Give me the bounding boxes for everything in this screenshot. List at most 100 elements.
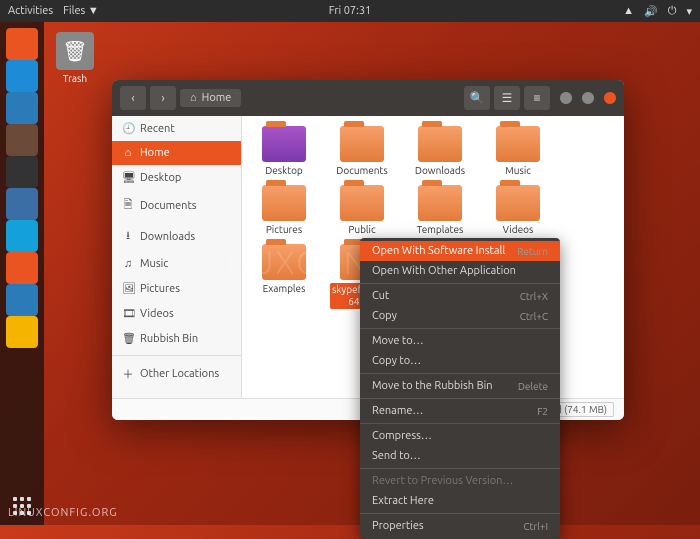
- clock[interactable]: Fri 07:31: [329, 5, 371, 17]
- ctx-label: Cut: [372, 290, 389, 302]
- file-label: Public: [330, 224, 394, 236]
- context-menu: Open With Software InstallReturn Open Wit…: [360, 238, 560, 539]
- ctx-label: Copy: [372, 310, 397, 322]
- ctx-shortcut: Ctrl+C: [520, 311, 548, 322]
- hamburger-button[interactable]: ≡: [524, 86, 550, 110]
- ctx-move-to-[interactable]: Move to…: [360, 331, 560, 351]
- ctx-extract-here[interactable]: Extract Here: [360, 491, 560, 511]
- sidebar-item-rubbish-bin[interactable]: 🗑Rubbish Bin: [112, 326, 241, 351]
- sidebar-icon: ⌂: [122, 147, 134, 159]
- sidebar-icon: ⭳: [122, 227, 134, 246]
- ctx-open-with-other-application[interactable]: Open With Other Application: [360, 261, 560, 281]
- ctx-copy-to-[interactable]: Copy to…: [360, 351, 560, 371]
- file-item[interactable]: Examples: [252, 244, 316, 309]
- power-icon[interactable]: ⏻: [668, 5, 677, 18]
- sidebar-item-label: Videos: [140, 308, 174, 320]
- sidebar-item-downloads[interactable]: ⭳Downloads: [112, 221, 241, 252]
- top-bar: Activities Files ▼ Fri 07:31 ▲ 🔊 ⏻ ▾: [0, 0, 700, 22]
- dock-app-1[interactable]: [6, 60, 38, 92]
- file-label: Templates: [408, 224, 472, 236]
- sidebar-item-label: Recent: [140, 123, 175, 135]
- ctx-shortcut: Ctrl+X: [520, 291, 548, 302]
- ctx-properties[interactable]: Properties Ctrl+I: [360, 516, 560, 536]
- sidebar-icon: 🎞: [122, 307, 134, 320]
- file-item[interactable]: Templates: [408, 185, 472, 236]
- file-item[interactable]: Documents: [330, 126, 394, 177]
- activities-button[interactable]: Activities: [8, 5, 53, 17]
- ctx-label: Properties: [372, 520, 424, 532]
- file-item[interactable]: Pictures: [252, 185, 316, 236]
- sidebar-item-documents[interactable]: 🗎 Documents: [112, 190, 241, 221]
- dock: [0, 22, 44, 525]
- dock-app-2[interactable]: [6, 92, 38, 124]
- sidebar-item-label: Pictures: [140, 283, 180, 295]
- sidebar-item-label: Music: [140, 258, 168, 270]
- trash-label: Trash: [56, 73, 94, 84]
- ctx-shortcut: F2: [537, 406, 548, 417]
- sidebar-icon: 🗎: [122, 196, 134, 215]
- window-header: ‹ › ⌂ Home 🔍 ☰ ≡: [112, 80, 624, 116]
- sidebar-icon: ＋: [122, 366, 134, 382]
- sidebar-icon: 🖼: [122, 282, 134, 295]
- ctx-rename-[interactable]: Rename… F2: [360, 401, 560, 421]
- ctx-compress-[interactable]: Compress…: [360, 426, 560, 446]
- ctx-open-with-software-install[interactable]: Open With Software InstallReturn: [360, 241, 560, 261]
- path-label: Home: [202, 92, 232, 104]
- appmenu-button[interactable]: Files ▼: [63, 5, 99, 17]
- back-button[interactable]: ‹: [120, 86, 146, 110]
- ctx-label: Rename…: [372, 405, 423, 417]
- dock-app-7[interactable]: [6, 252, 38, 284]
- folder-icon: [418, 185, 462, 221]
- desktop-trash[interactable]: 🗑 Trash: [56, 32, 94, 84]
- sidebar-item-videos[interactable]: 🎞 Videos: [112, 301, 241, 326]
- ctx-label: Copy to…: [372, 355, 421, 367]
- file-item[interactable]: Public: [330, 185, 394, 236]
- sidebar-item-recent[interactable]: 🕘 Recent: [112, 116, 241, 141]
- view-list-button[interactable]: ☰: [494, 86, 520, 110]
- ctx-label: Move to the Rubbish Bin: [372, 380, 493, 392]
- file-item[interactable]: Desktop: [252, 126, 316, 177]
- chevron-down-icon[interactable]: ▾: [686, 5, 692, 18]
- sidebar-item-label: Documents: [140, 200, 197, 212]
- file-item[interactable]: Music: [486, 126, 550, 177]
- sidebar-item-other-locations[interactable]: ＋Other Locations: [112, 360, 241, 388]
- sidebar-item-pictures[interactable]: 🖼 Pictures: [112, 276, 241, 301]
- ctx-shortcut: Ctrl+I: [523, 521, 548, 532]
- sidebar-item-desktop[interactable]: 🖥Desktop: [112, 165, 241, 190]
- close-button[interactable]: [604, 92, 616, 104]
- dock-app-5[interactable]: [6, 188, 38, 220]
- watermark-corner: LINUXCONFIG.ORG: [8, 507, 118, 519]
- file-item[interactable]: Downloads: [408, 126, 472, 177]
- dock-app-3[interactable]: [6, 124, 38, 156]
- dock-app-0[interactable]: [6, 28, 38, 60]
- forward-button[interactable]: ›: [150, 86, 176, 110]
- network-icon[interactable]: ▲: [623, 5, 634, 17]
- file-item[interactable]: Videos: [486, 185, 550, 236]
- dock-app-6[interactable]: [6, 220, 38, 252]
- dock-app-8[interactable]: [6, 284, 38, 316]
- ctx-copy[interactable]: Copy Ctrl+C: [360, 306, 560, 326]
- dock-app-9[interactable]: [6, 316, 38, 348]
- search-button[interactable]: 🔍: [464, 86, 490, 110]
- folder-icon: [262, 126, 306, 162]
- sidebar-icon: 🕘: [122, 122, 134, 135]
- file-label: Videos: [486, 224, 550, 236]
- folder-icon: [418, 126, 462, 162]
- dock-app-4[interactable]: [6, 156, 38, 188]
- path-bar[interactable]: ⌂ Home: [180, 89, 241, 107]
- ctx-send-to-[interactable]: Send to…: [360, 446, 560, 466]
- minimize-button[interactable]: [560, 92, 572, 104]
- ctx-revert-to-previous-version-: Revert to Previous Version…: [360, 471, 560, 491]
- sidebar-item-home[interactable]: ⌂ Home: [112, 141, 241, 165]
- maximize-button[interactable]: [582, 92, 594, 104]
- ctx-label: Revert to Previous Version…: [372, 475, 513, 487]
- ctx-label: Open With Other Application: [372, 265, 516, 277]
- sidebar-item-label: Home: [140, 147, 170, 159]
- folder-icon: [262, 244, 306, 280]
- sidebar-icon: 🗑: [122, 332, 134, 345]
- ctx-move-to-the-rubbish-bin[interactable]: Move to the Rubbish BinDelete: [360, 376, 560, 396]
- volume-icon[interactable]: 🔊: [644, 5, 658, 18]
- ctx-cut[interactable]: Cut Ctrl+X: [360, 286, 560, 306]
- home-icon: ⌂: [190, 92, 197, 104]
- sidebar-item-music[interactable]: ♫Music: [112, 252, 241, 276]
